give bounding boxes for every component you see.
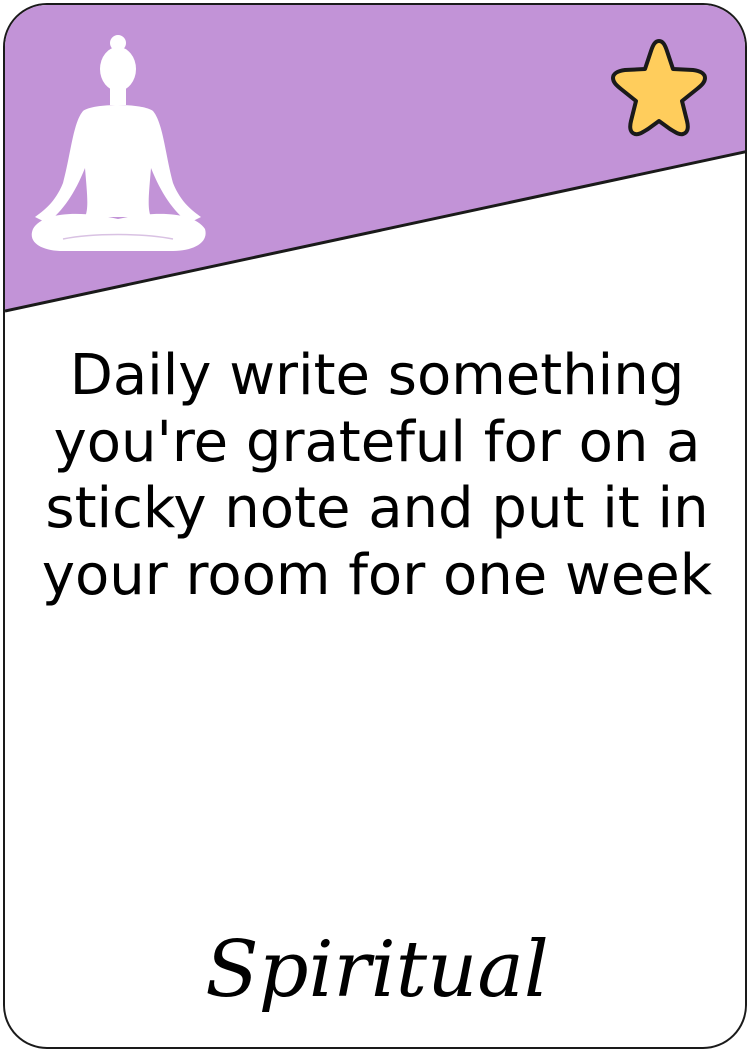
card: Daily write something you're grateful fo… — [3, 3, 747, 1049]
star-icon — [611, 39, 707, 137]
card-message: Daily write something you're grateful fo… — [41, 343, 713, 608]
meditating-person-icon — [31, 35, 206, 251]
category-label: Spiritual — [205, 925, 549, 1015]
